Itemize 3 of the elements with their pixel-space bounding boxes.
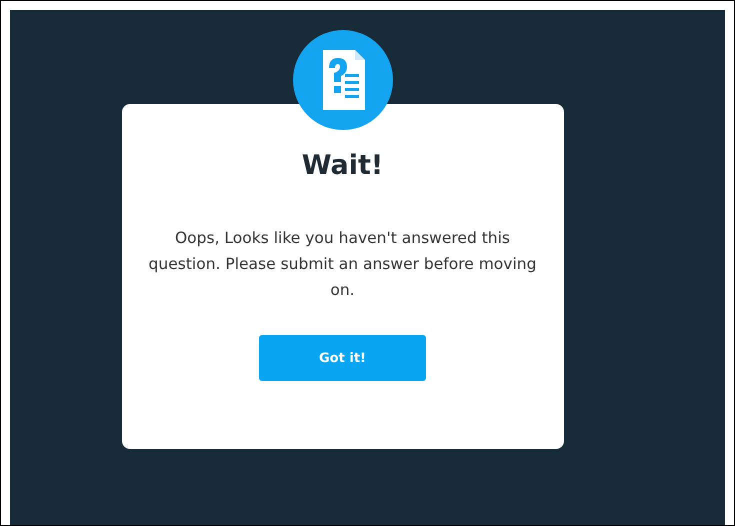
got-it-button[interactable]: Got it! xyxy=(259,335,426,381)
dialog-title: Wait! xyxy=(302,150,384,181)
dialog-message: Oops, Looks like you haven't answered this question. Please submit an answer before moving on. xyxy=(148,228,538,301)
